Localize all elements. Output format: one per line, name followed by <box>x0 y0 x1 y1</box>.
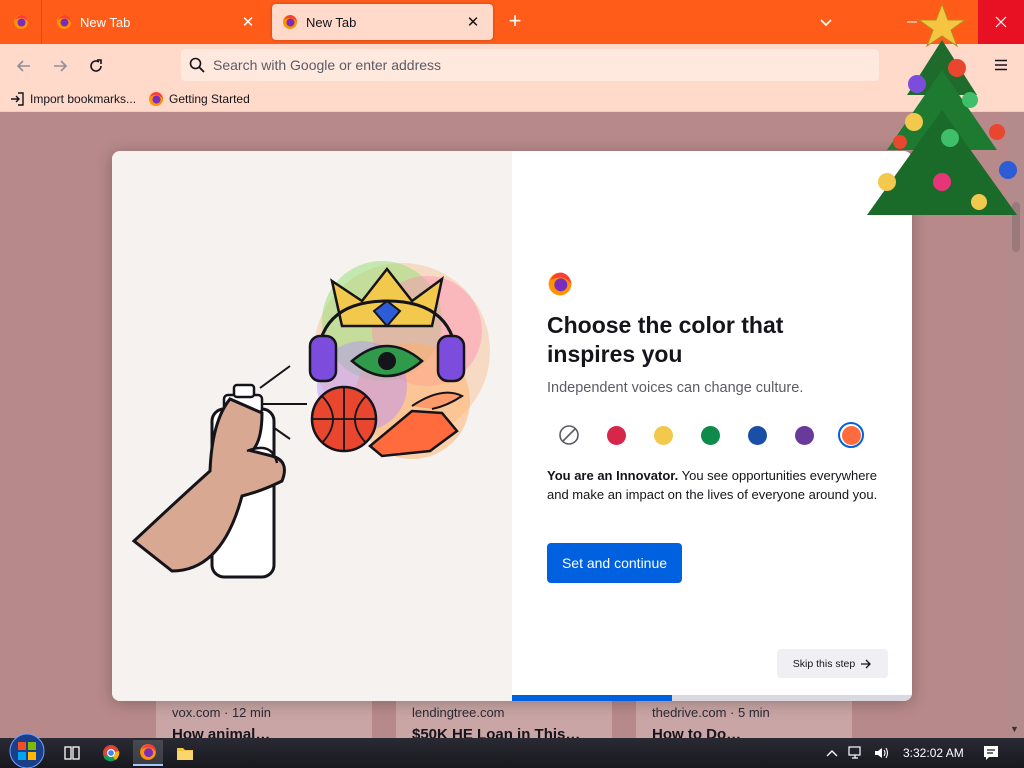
task-view-button[interactable] <box>57 740 87 766</box>
story-card[interactable]: thedrive.com · 5 min How to Do… <box>636 700 852 743</box>
story-card[interactable]: vox.com · 12 min How animal… <box>156 700 372 743</box>
show-hidden-icons-icon[interactable] <box>826 748 838 758</box>
firefox-icon <box>140 744 156 760</box>
bookmark-label: Import bookmarks... <box>30 91 137 106</box>
new-tab-button[interactable]: + <box>503 10 527 34</box>
colorway-red[interactable] <box>603 422 629 448</box>
colorway-purple[interactable] <box>791 422 817 448</box>
firefox-icon <box>283 15 297 29</box>
address-input[interactable] <box>213 57 853 73</box>
illustration-panel <box>112 151 512 701</box>
story-source: thedrive.com · 5 min <box>652 705 770 720</box>
arrow-right-icon <box>861 659 872 668</box>
firefox-icon <box>13 15 28 29</box>
reload-button[interactable] <box>82 52 110 80</box>
skip-step-button[interactable]: Skip this step <box>777 649 888 678</box>
chrome-taskbar-button[interactable] <box>96 740 126 766</box>
firefox-taskbar-button[interactable] <box>133 740 163 766</box>
network-icon[interactable] <box>848 746 864 760</box>
back-arrow-icon <box>16 60 30 72</box>
forward-arrow-icon <box>54 60 68 72</box>
story-source: vox.com · 12 min <box>172 705 271 720</box>
dialog-heading: Choose the color that inspires you <box>547 312 784 367</box>
tab-title: New Tab <box>80 14 131 30</box>
firefox-icon <box>149 91 164 106</box>
colorway-orange[interactable] <box>838 422 864 448</box>
dialog-subheading: Independent voices can change culture. <box>547 380 804 396</box>
scroll-down-arrow-icon[interactable]: ▼ <box>1010 724 1019 734</box>
tab-new-tab-2[interactable]: New Tab ✕ <box>272 4 493 40</box>
spray-can-illustration <box>131 261 490 579</box>
close-tab-icon[interactable]: ✕ <box>463 12 483 32</box>
folder-icon <box>177 748 193 760</box>
volume-icon[interactable] <box>874 746 890 760</box>
story-source: lendingtree.com <box>412 705 505 720</box>
christmas-tree-decoration <box>867 2 1017 215</box>
colorway-default[interactable] <box>556 422 582 448</box>
list-all-tabs-button[interactable] <box>814 10 838 34</box>
firefox-view-button[interactable] <box>0 0 42 44</box>
story-card[interactable]: lendingtree.com $50K HE Loan in This… <box>396 700 612 743</box>
chevron-down-icon <box>820 19 832 27</box>
tab-title: New Tab <box>306 14 357 30</box>
windows-taskbar: 3:32:02 AM <box>0 733 1024 768</box>
bookmark-label: Getting Started <box>169 91 250 106</box>
url-bar[interactable] <box>181 49 879 81</box>
onboarding-progress <box>512 695 912 701</box>
content-panel: Choose the color that inspires you Indep… <box>512 151 912 701</box>
reload-icon <box>90 59 102 72</box>
system-tray <box>826 738 900 768</box>
back-button[interactable] <box>10 52 38 80</box>
close-tab-icon[interactable]: ✕ <box>238 12 258 32</box>
file-explorer-taskbar-button[interactable] <box>170 740 200 766</box>
action-center-icon[interactable] <box>982 744 1000 762</box>
bookmark-import[interactable]: Import bookmarks... <box>10 88 136 110</box>
firefox-logo-icon <box>548 272 572 296</box>
onboarding-dialog: Choose the color that inspires you Indep… <box>112 151 912 701</box>
system-clock[interactable]: 3:32:02 AM <box>903 746 964 760</box>
search-icon <box>189 57 205 73</box>
bookmark-getting-started[interactable]: Getting Started <box>148 88 250 110</box>
firefox-icon <box>57 15 71 29</box>
tab-new-tab-1[interactable]: New Tab ✕ <box>46 4 268 40</box>
colorway-green[interactable] <box>697 422 723 448</box>
colorway-title: You are an Innovator. <box>547 468 679 483</box>
forward-button[interactable] <box>46 52 74 80</box>
import-icon <box>11 91 24 106</box>
onboarding-progress-fill <box>512 695 672 701</box>
chrome-icon <box>103 745 120 762</box>
colorway-blue[interactable] <box>744 422 770 448</box>
colorway-description: You are an Innovator. You see opportunit… <box>547 466 892 504</box>
colorway-yellow[interactable] <box>650 422 676 448</box>
task-view-icon <box>64 746 80 760</box>
windows-start-icon[interactable] <box>8 732 46 768</box>
skip-step-label: Skip this step <box>792 657 856 670</box>
set-and-continue-button[interactable]: Set and continue <box>547 543 682 583</box>
no-color-icon <box>559 425 579 445</box>
colorway-picker <box>556 422 885 448</box>
